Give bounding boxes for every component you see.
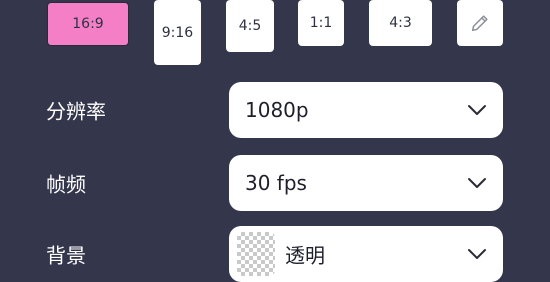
resolution-dropdown[interactable]: 1080p (229, 82, 503, 138)
background-value: 透明 (285, 243, 325, 268)
aspect-ratio-4-5[interactable]: 4:5 (226, 0, 274, 52)
resolution-value: 1080p (245, 98, 309, 122)
resolution-label: 分辨率 (46, 99, 106, 124)
aspect-ratio-bar: 16:9 9:16 4:5 1:1 4:3 (0, 0, 550, 70)
aspect-ratio-label: 4:3 (389, 15, 412, 31)
aspect-ratio-label: 4:5 (238, 18, 262, 34)
transparent-checker-icon (237, 232, 275, 276)
aspect-ratio-1-1[interactable]: 1:1 (298, 0, 344, 46)
background-row: 背景 透明 (0, 226, 550, 282)
aspect-ratio-9-16[interactable]: 9:16 (154, 0, 201, 65)
resolution-row: 分辨率 1080p (0, 82, 550, 138)
frame-rate-label: 帧频 (46, 172, 86, 197)
background-label: 背景 (46, 243, 86, 268)
frame-rate-row: 帧频 30 fps (0, 155, 550, 211)
chevron-down-icon (468, 178, 486, 188)
chevron-down-icon (468, 105, 486, 115)
frame-rate-value: 30 fps (245, 171, 307, 195)
aspect-ratio-label: 16:9 (72, 16, 104, 32)
aspect-ratio-16-9[interactable]: 16:9 (47, 2, 129, 46)
aspect-ratio-label: 1:1 (309, 15, 333, 31)
chevron-down-icon (468, 249, 486, 259)
pencil-icon (471, 15, 488, 32)
aspect-ratio-label: 9:16 (161, 24, 194, 41)
aspect-ratio-4-3[interactable]: 4:3 (369, 0, 432, 46)
frame-rate-dropdown[interactable]: 30 fps (229, 155, 503, 211)
custom-ratio-button[interactable] (457, 0, 503, 46)
background-dropdown[interactable]: 透明 (229, 226, 503, 282)
